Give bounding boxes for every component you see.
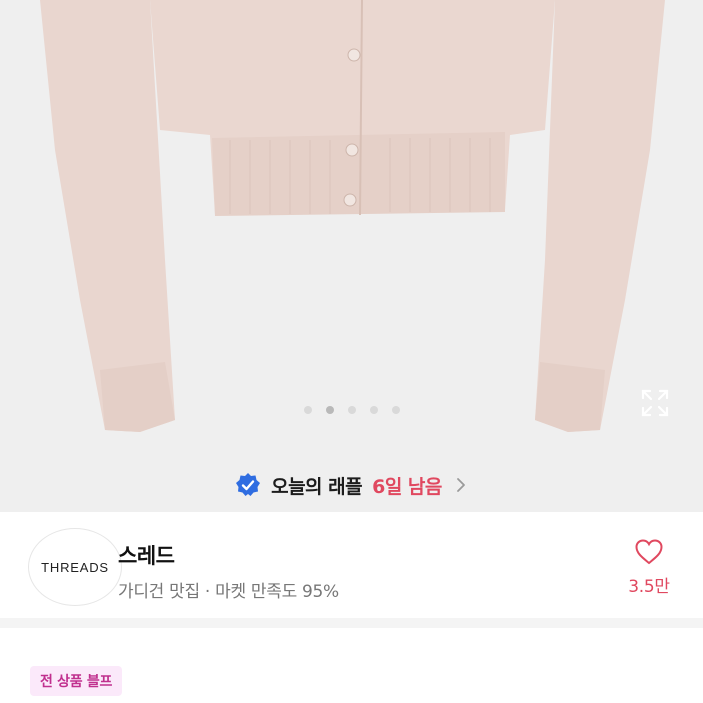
carousel-dot[interactable] xyxy=(391,406,400,414)
raffle-label: 오늘의 래플 xyxy=(271,475,363,498)
chevron-right-icon xyxy=(456,478,465,492)
carousel-dot[interactable] xyxy=(347,406,356,414)
seller-name[interactable]: 스레드 xyxy=(118,540,175,570)
product-image-carousel[interactable]: 오늘의 래플 6일 남음 xyxy=(0,0,703,512)
promo-badge: 전 상품 블프 xyxy=(30,666,123,696)
section-divider xyxy=(0,618,703,628)
expand-icon[interactable] xyxy=(640,388,670,418)
like-count: 3.5만 xyxy=(628,577,670,597)
raffle-days-left: 6일 남음 xyxy=(372,475,442,498)
seller-meta: 가디건 맛집 · 마켓 만족도 95% xyxy=(118,582,339,602)
carousel-dot-active[interactable] xyxy=(325,406,334,414)
carousel-indicator xyxy=(0,406,703,418)
carousel-dot[interactable] xyxy=(369,406,378,414)
avatar-text: THREADS xyxy=(41,559,109,575)
verified-check-icon xyxy=(236,473,261,496)
raffle-banner[interactable]: 오늘의 래플 6일 남음 xyxy=(0,465,703,505)
like-button[interactable]: 3.5만 xyxy=(614,538,684,600)
seller-avatar[interactable]: THREADS xyxy=(28,528,122,606)
carousel-dot[interactable] xyxy=(303,406,312,414)
product-photo xyxy=(40,0,665,432)
heart-icon xyxy=(635,539,663,565)
